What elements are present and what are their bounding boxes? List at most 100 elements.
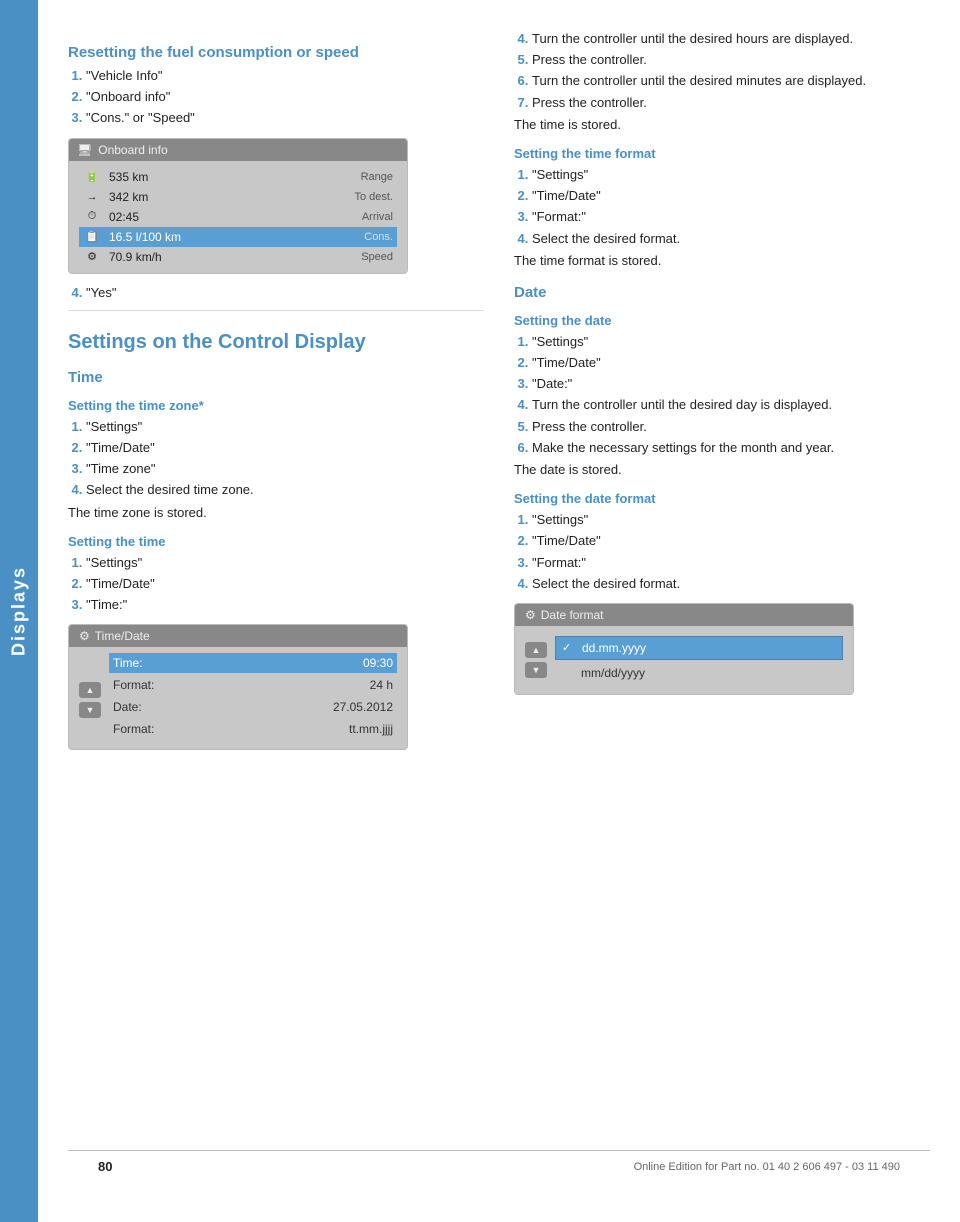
list-item: "Settings" (532, 511, 930, 529)
set-date-heading: Setting the date (514, 313, 930, 328)
screen-header-onboard: 🖥 Onboard info (69, 139, 407, 161)
list-item: Turn the controller until the desired mi… (532, 72, 930, 90)
df-rows: ✓ dd.mm.yyyy mm/dd/yyyy (555, 634, 843, 686)
main-heading-settings: Settings on the Control Display (68, 329, 484, 355)
row-label: 02:45 (109, 210, 330, 224)
row-unit: Range (338, 171, 393, 183)
td-header-title: Time/Date (95, 629, 150, 643)
nav-up-button[interactable]: ▲ (79, 682, 101, 698)
set-date-steps: "Settings" "Time/Date" "Date:" Turn the … (532, 333, 930, 457)
df-screen-body: ▲ ▼ ✓ dd.mm.yyyy (515, 626, 853, 694)
list-item: "Time/Date" (532, 532, 930, 550)
screen-body-onboard: 🔋 535 km Range → 342 km To dest. ⏱ (69, 161, 407, 273)
list-item: "Date:" (532, 375, 930, 393)
fuel-icon: 📋 (83, 230, 101, 243)
reset-fuel-section: Resetting the fuel consumption or speed … (68, 44, 484, 302)
list-item: "Settings" (86, 554, 484, 572)
td-row-value: 27.05.2012 (333, 700, 393, 714)
date-format-subsection: Setting the date format "Settings" "Time… (514, 491, 930, 695)
td-row-date: Date: 27.05.2012 (109, 697, 397, 717)
nav-down-button[interactable]: ▼ (79, 702, 101, 718)
td-row-value: 09:30 (363, 656, 393, 670)
list-item: "Format:" (532, 208, 930, 226)
date-stored-note: The date is stored. (514, 461, 930, 479)
gear-icon: ⚙ (525, 608, 536, 622)
onboard-info-screen: 🖥 Onboard info 🔋 535 km Range → 3 (68, 138, 408, 274)
df-row-selected: ✓ dd.mm.yyyy (555, 636, 843, 660)
list-item: Select the desired format. (532, 230, 930, 248)
footer-text: Online Edition for Part no. 01 40 2 606 … (634, 1161, 900, 1173)
list-item: "Time/Date" (532, 354, 930, 372)
check-icon: ✓ (562, 641, 576, 654)
time-zone-note: The time zone is stored. (68, 504, 484, 522)
td-row-label: Format: (113, 678, 370, 692)
date-section: Date Setting the date "Settings" "Time/D… (514, 284, 930, 695)
row-unit: Speed (338, 251, 393, 263)
date-format-screen: ⚙ Date format ▲ ▼ ✓ (514, 603, 854, 695)
time-section: Time Setting the time zone* "Settings" "… (68, 369, 484, 751)
screen-header-icon: 🖥 (77, 143, 92, 157)
row-unit: Cons. (338, 231, 393, 243)
td-row-label: Format: (113, 722, 349, 736)
date-section-heading: Date (514, 284, 930, 301)
time-zone-steps: "Settings" "Time/Date" "Time zone" Selec… (86, 418, 484, 500)
step4-list: "Yes" (86, 284, 484, 302)
list-item: Select the desired format. (532, 575, 930, 593)
date-format-heading: Setting the date format (514, 491, 930, 506)
battery-icon: 🔋 (83, 170, 101, 183)
left-column: Resetting the fuel consumption or speed … (68, 30, 484, 1150)
list-item: "Settings" (532, 333, 930, 351)
list-item: "Vehicle Info" (86, 67, 484, 85)
arrow-icon: → (83, 191, 101, 203)
list-item: "Time/Date" (532, 187, 930, 205)
page-footer: 80 Online Edition for Part no. 01 40 2 6… (68, 1150, 930, 1182)
screen-row: → 342 km To dest. (79, 187, 397, 207)
screen-row-highlighted: 📋 16.5 l/100 km Cons. (79, 227, 397, 247)
gear-icon: ⚙ (79, 629, 90, 643)
list-item: Turn the controller until the desired da… (532, 396, 930, 414)
row-label: 535 km (109, 170, 330, 184)
side-tab: Displays (0, 0, 38, 1222)
td-row-date-format: Format: tt.mm.jjjj (109, 719, 397, 739)
row-label: 70.9 km/h (109, 250, 330, 264)
right-column: Turn the controller until the desired ho… (514, 30, 930, 1150)
set-time-subsection: Setting the time "Settings" "Time/Date" … (68, 534, 484, 751)
screen-row: 🔋 535 km Range (79, 167, 397, 187)
list-item: "Cons." or "Speed" (86, 109, 484, 127)
time-extra-steps: Turn the controller until the desired ho… (532, 30, 930, 112)
td-row-time: Time: 09:30 (109, 653, 397, 673)
list-item: "Time zone" (86, 460, 484, 478)
time-zone-heading: Setting the time zone* (68, 398, 484, 413)
td-row-format: Format: 24 h (109, 675, 397, 695)
time-section-heading: Time (68, 369, 484, 386)
td-row-label: Time: (113, 656, 363, 670)
list-item: "Time/Date" (86, 439, 484, 457)
list-item: "Settings" (532, 166, 930, 184)
df-nav: ▲ ▼ (525, 634, 547, 686)
row-label: 16.5 l/100 km (109, 230, 330, 244)
time-format-note: The time format is stored. (514, 252, 930, 270)
time-format-steps: "Settings" "Time/Date" "Format:" Select … (532, 166, 930, 248)
list-item: Press the controller. (532, 418, 930, 436)
row-unit: Arrival (338, 211, 393, 223)
screen-row: ⏱ 02:45 Arrival (79, 207, 397, 227)
list-item: "Format:" (532, 554, 930, 572)
list-item: Select the desired time zone. (86, 481, 484, 499)
list-item: "Time/Date" (86, 575, 484, 593)
reset-fuel-steps: "Vehicle Info" "Onboard info" "Cons." or… (86, 67, 484, 128)
td-row-label: Date: (113, 700, 333, 714)
df-nav-up[interactable]: ▲ (525, 642, 547, 658)
list-item: "Yes" (86, 284, 484, 302)
page-number: 80 (98, 1159, 112, 1174)
time-date-screen: ⚙ Time/Date ▲ ▼ (68, 624, 408, 750)
list-item: Make the necessary settings for the mont… (532, 439, 930, 457)
speed-icon: ⚙ (83, 250, 101, 263)
td-rows: Time: 09:30 Format: 24 h Dat (109, 651, 397, 741)
list-item: "Time:" (86, 596, 484, 614)
df-screen-header: ⚙ Date format (515, 604, 853, 626)
reset-fuel-heading: Resetting the fuel consumption or speed (68, 44, 484, 61)
screen-header-title: Onboard info (98, 143, 167, 157)
list-item: Turn the controller until the desired ho… (532, 30, 930, 48)
df-row: mm/dd/yyyy (555, 662, 843, 684)
df-nav-down[interactable]: ▼ (525, 662, 547, 678)
